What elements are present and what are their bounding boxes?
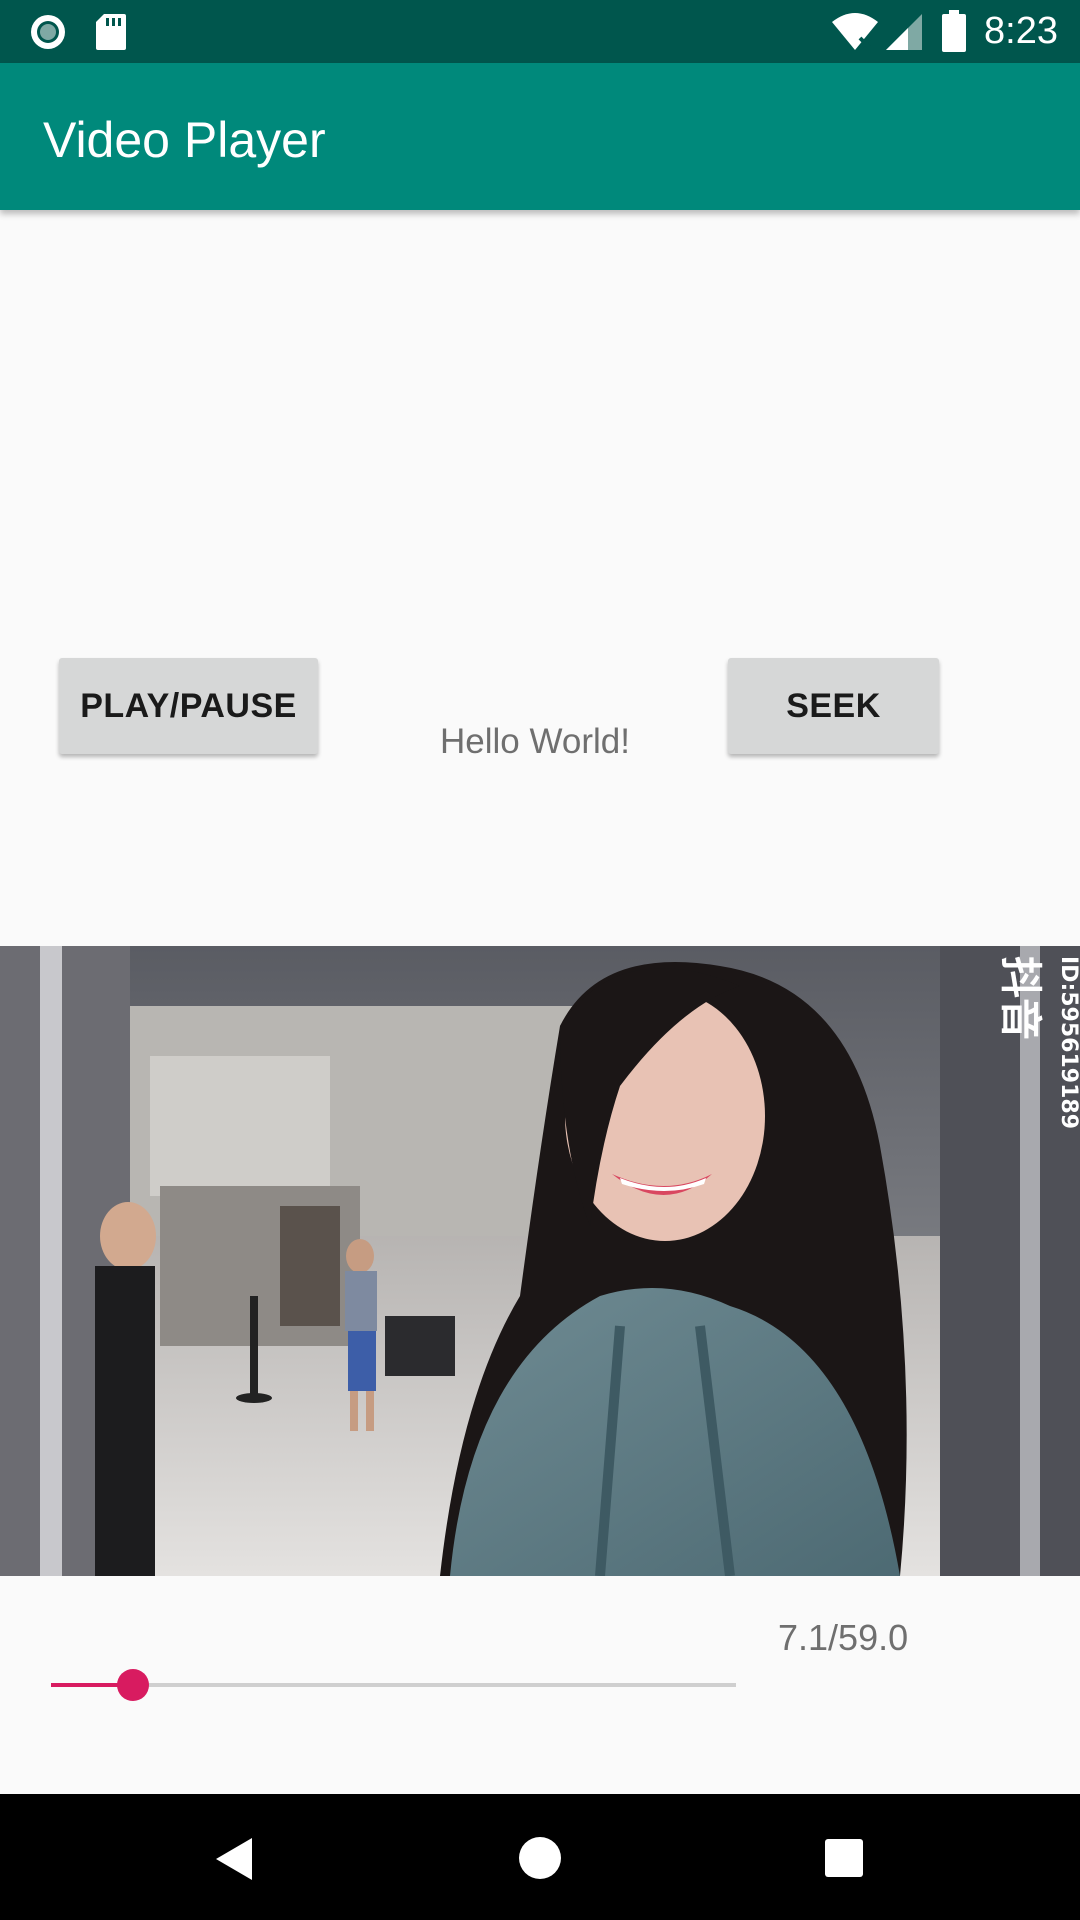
- signal-icon: [886, 14, 922, 50]
- seek-button[interactable]: SEEK: [728, 658, 939, 754]
- sd-card-icon: [96, 14, 126, 50]
- video-view[interactable]: ID:595619189 抖音: [0, 946, 1080, 1576]
- status-bar: 8:23: [0, 0, 1080, 63]
- app-title: Video Player: [43, 112, 326, 168]
- recents-icon[interactable]: [824, 1838, 864, 1878]
- wifi-icon: [832, 13, 878, 50]
- video-watermark-logo: 抖音: [996, 956, 1045, 1040]
- playback-time: 7.1/59.0: [778, 1617, 909, 1658]
- video-frame: ID:595619189 抖音: [0, 946, 1080, 1576]
- back-icon[interactable]: [212, 1836, 256, 1882]
- app-bar: Video Player: [0, 63, 1080, 210]
- play-pause-button[interactable]: PLAY/PAUSE: [59, 658, 318, 754]
- battery-icon: [942, 10, 966, 52]
- record-icon: [31, 15, 65, 49]
- hello-text: Hello World!: [440, 722, 630, 761]
- video-watermark-id: ID:595619189: [1056, 956, 1080, 1129]
- navigation-bar: [0, 1794, 1080, 1920]
- status-time: 8:23: [984, 10, 1058, 52]
- seek-bar-thumb[interactable]: [117, 1669, 150, 1701]
- seek-bar[interactable]: [51, 1669, 736, 1701]
- home-icon[interactable]: [518, 1836, 562, 1880]
